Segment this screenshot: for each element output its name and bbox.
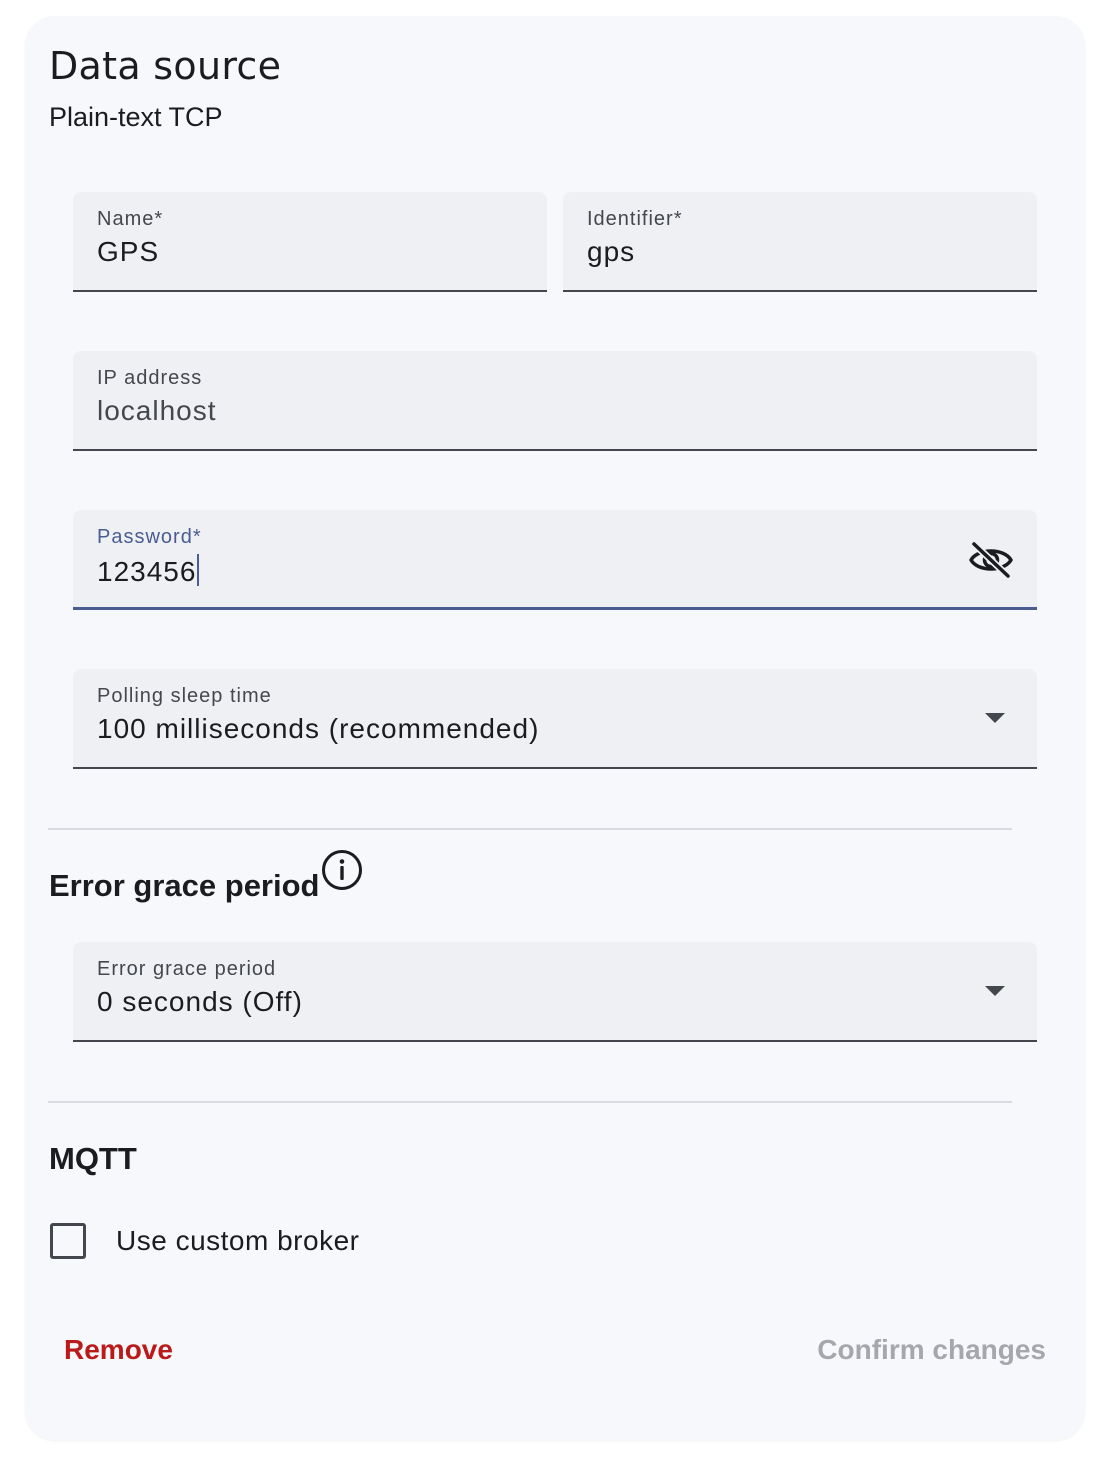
ip-address-field-label: IP address [97, 367, 203, 389]
password-field-value-wrap: 123456 [97, 554, 200, 588]
identifier-field[interactable]: Identifier* gps [563, 192, 1037, 292]
polling-sleep-time-label: Polling sleep time [97, 685, 272, 707]
page-subtitle: Plain-text TCP [49, 102, 223, 132]
ip-address-field[interactable]: IP address localhost [73, 351, 1037, 451]
error-grace-info-button[interactable] [320, 848, 364, 892]
confirm-changes-button[interactable]: Confirm changes [817, 1334, 1046, 1366]
error-grace-section-title: Error grace period [49, 868, 320, 903]
use-custom-broker-label: Use custom broker [116, 1225, 360, 1256]
section-divider [48, 1101, 1012, 1103]
info-icon [322, 850, 362, 890]
use-custom-broker-checkbox[interactable] [50, 1223, 86, 1259]
name-field[interactable]: Name* GPS [73, 192, 547, 292]
remove-button[interactable]: Remove [64, 1334, 173, 1366]
ip-address-field-value: localhost [97, 395, 217, 426]
polling-sleep-time-select[interactable]: Polling sleep time 100 milliseconds (rec… [73, 669, 1037, 769]
password-field[interactable]: Password* 123456 [73, 510, 1037, 610]
name-field-value: GPS [97, 236, 160, 267]
page-title: Data source [49, 44, 282, 88]
identifier-field-value: gps [587, 236, 636, 267]
section-divider [48, 828, 1012, 830]
password-field-label: Password* [97, 526, 202, 548]
text-caret [197, 554, 200, 586]
error-grace-period-select[interactable]: Error grace period 0 seconds (Off) [73, 942, 1037, 1042]
name-field-label: Name* [97, 208, 164, 230]
eye-off-icon [969, 540, 1013, 580]
dropdown-arrow-icon [985, 713, 1005, 723]
polling-sleep-time-value: 100 milliseconds (recommended) [97, 713, 540, 744]
mqtt-section-title: MQTT [49, 1141, 137, 1176]
identifier-field-label: Identifier* [587, 208, 683, 230]
error-grace-period-value: 0 seconds (Off) [97, 986, 303, 1017]
error-grace-period-label: Error grace period [97, 958, 277, 980]
dropdown-arrow-icon [985, 986, 1005, 996]
use-custom-broker-option[interactable]: Use custom broker [50, 1221, 359, 1261]
toggle-password-visibility-button[interactable] [967, 536, 1015, 584]
password-field-value: 123456 [97, 556, 197, 587]
